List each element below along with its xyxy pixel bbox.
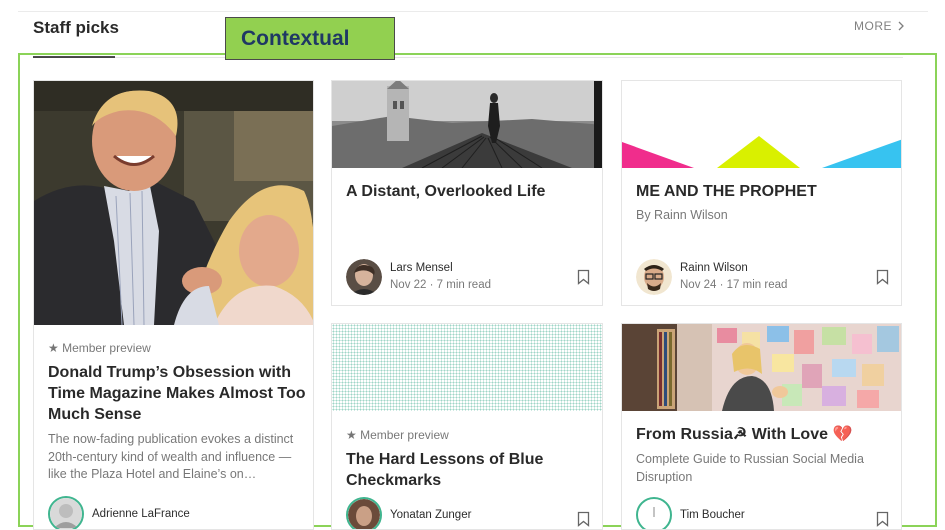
story-card-prophet[interactable]: ME AND THE PROPHET By Rainn Wilson Rainn… [621,80,902,306]
story-title[interactable]: The Hard Lessons of Blue Checkmarks [346,449,594,491]
author-name[interactable]: Lars Mensel [390,260,491,277]
top-divider [18,11,928,12]
avatar[interactable] [346,497,382,529]
post-date-readtime: Nov 24 · 17 min read [680,279,788,291]
author-row: Adrienne LaFrance [48,496,190,529]
story-card-checkmarks[interactable]: ★ Member preview The Hard Lessons of Blu… [331,323,603,530]
author-row: Yonatan Zunger [346,497,471,529]
avatar[interactable] [346,259,382,295]
story-image-trump[interactable] [34,81,313,325]
member-preview-label: ★ Member preview [48,341,151,355]
story-title[interactable]: ME AND THE PROPHET [636,181,896,202]
bookmark-icon[interactable] [876,511,889,527]
author-row: Rainn Wilson Nov 24 · 17 min read [636,259,787,295]
story-card-trump[interactable]: ★ Member preview Donald Trump’s Obsessio… [33,80,314,530]
story-subtitle[interactable]: The now-fading publication evokes a dist… [48,431,310,484]
story-title[interactable]: A Distant, Overlooked Life [346,181,594,202]
story-card-russia[interactable]: From Russia☭ With Love 💔 Complete Guide … [621,323,902,530]
bookmark-icon[interactable] [577,269,590,285]
section-title: Staff picks [33,18,119,37]
author-meta: Lars Mensel Nov 22 · 7 min read [390,260,491,294]
story-subtitle[interactable]: Complete Guide to Russian Social Media D… [636,451,876,486]
post-date-readtime: Nov 22 · 7 min read [390,279,491,291]
author-meta: Tim Boucher [680,507,745,524]
author-name[interactable]: Tim Boucher [680,507,745,524]
more-label: MORE [854,19,892,33]
author-name[interactable]: Adrienne LaFrance [92,506,190,523]
contextual-annotation-label: Contextual [225,17,395,60]
avatar[interactable] [48,496,84,529]
story-card-distant-life[interactable]: A Distant, Overlooked Life Lars Mensel N… [331,80,603,306]
more-link[interactable]: MORE [854,19,904,33]
avatar[interactable] [636,259,672,295]
photo-wall-collage-image [622,324,901,411]
story-image-russia[interactable] [622,324,901,411]
photo-trump-image [34,81,313,325]
author-row: Lars Mensel Nov 22 · 7 min read [346,259,491,295]
story-title[interactable]: Donald Trump’s Obsession with Time Magaz… [48,362,308,425]
story-image-prophet[interactable] [622,81,901,168]
bookmark-icon[interactable] [577,511,590,527]
author-name[interactable]: Rainn Wilson [680,260,787,277]
chevron-right-icon [898,21,904,31]
abstract-triangles-image [622,81,901,168]
photo-rooftop-image [332,81,602,168]
author-name[interactable]: Yonatan Zunger [390,507,471,524]
member-preview-label: ★ Member preview [346,428,449,442]
section-divider [33,57,903,58]
author-meta: Adrienne LaFrance [92,506,190,523]
story-title[interactable]: From Russia☭ With Love 💔 [636,424,896,445]
author-meta: Yonatan Zunger [390,507,471,524]
author-row: Tim Boucher [636,497,745,529]
author-meta: Rainn Wilson Nov 24 · 17 min read [680,260,787,294]
story-image-checkmarks[interactable] [332,324,602,411]
story-byline: By Rainn Wilson [636,208,728,222]
avatar[interactable] [636,497,672,529]
bookmark-icon[interactable] [876,269,889,285]
story-image-distant-life[interactable] [332,81,602,168]
section-underline [33,56,115,58]
